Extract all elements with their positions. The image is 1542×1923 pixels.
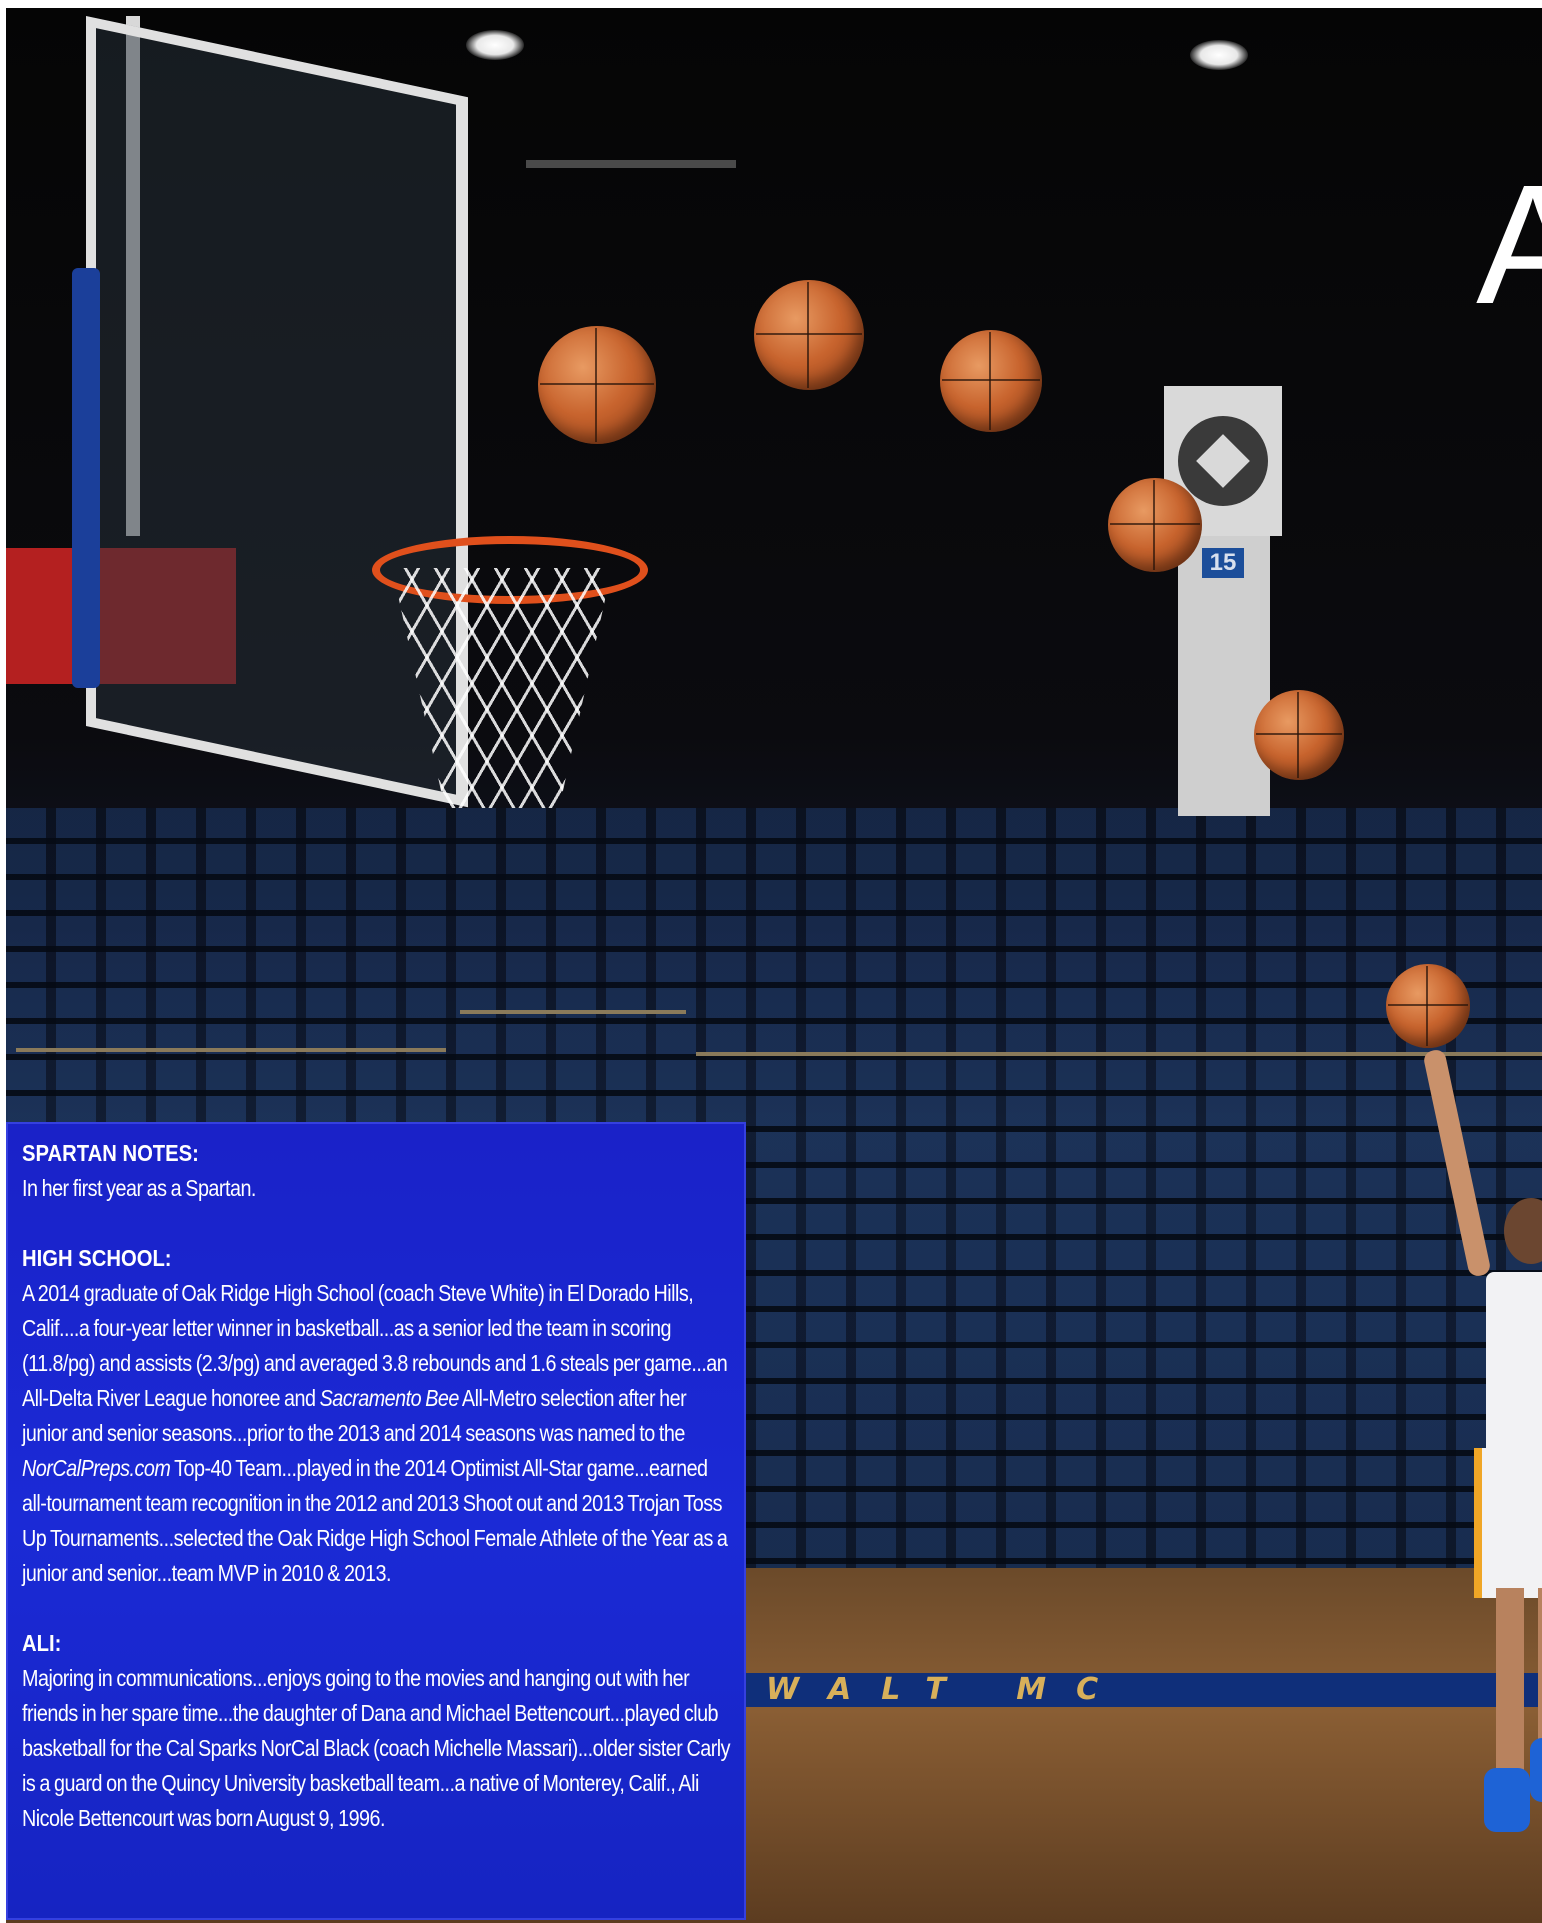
ceiling-light [466,30,524,60]
railing [460,1010,686,1014]
basketball-icon [1254,690,1344,780]
basketball-icon [1386,964,1470,1048]
player-jersey [1486,1272,1542,1472]
player-shorts [1474,1448,1542,1598]
railing [696,1052,1542,1056]
basketball-icon [940,330,1042,432]
high-school-text: A 2014 graduate of Oak Ridge High School… [22,1276,730,1591]
backboard-pad [72,268,100,688]
player-figure [1422,1048,1542,1888]
notes-panel: SPARTAN NOTES: In her first year as a Sp… [6,1122,746,1920]
spartan-notes-heading: SPARTAN NOTES: [22,1140,199,1166]
spartan-notes-text: In her first year as a Spartan. [22,1175,256,1201]
player-head [1504,1198,1542,1264]
ceiling-fixture [526,160,736,168]
arena-logo-icon [1178,416,1268,506]
backboard [86,16,468,808]
railing [16,1048,446,1052]
basketball-icon [538,326,656,444]
section-sign: 15 [1202,548,1244,578]
ali-text: Majoring in communications...enjoys goin… [22,1665,731,1831]
ceiling-light [1190,40,1248,70]
publication-name: Sacramento Bee [319,1385,460,1411]
court-floor-lettering: WALT MC [766,1672,1129,1707]
player-arm [1422,1048,1492,1278]
ali-heading: ALI: [22,1630,62,1656]
basketball-icon [754,280,864,390]
player-shoe [1530,1738,1542,1802]
headline-fragment: A [1476,150,1542,340]
player-shoe [1484,1768,1530,1832]
high-school-heading: HIGH SCHOOL: [22,1245,172,1271]
basketball-icon [1108,478,1202,572]
website-name: NorCalPreps.com [22,1455,171,1481]
player-leg [1496,1588,1524,1788]
